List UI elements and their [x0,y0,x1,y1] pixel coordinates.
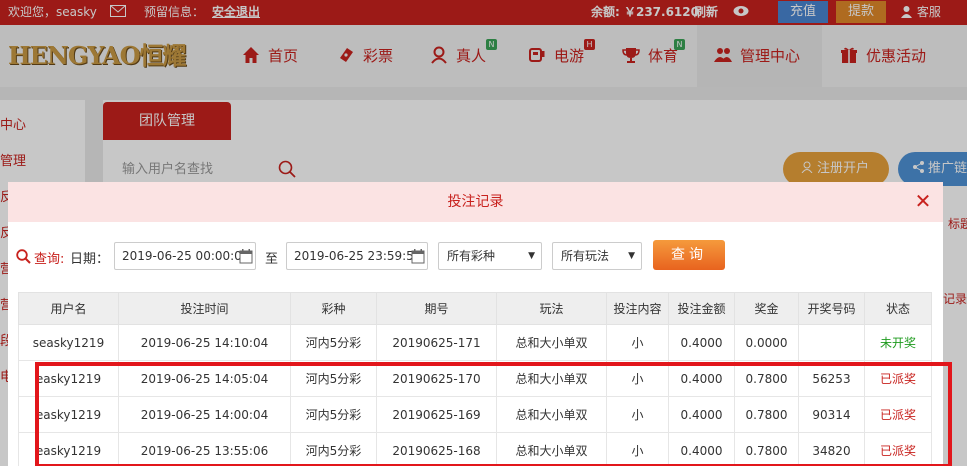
close-icon[interactable]: ✕ [913,191,933,211]
modal-header: 投注记录 ✕ [8,182,943,222]
col-prize: 奖金 [734,292,799,325]
to-label: 至 [265,252,279,267]
query-button[interactable]: 查询 [653,240,725,270]
col-bet-time: 投注时间 [118,292,291,325]
date-to-input[interactable]: 2019-06-25 23:59:59 [286,242,428,270]
col-bet-amount: 投注金额 [668,292,735,325]
highlight-annotation-box [35,362,952,466]
table-header-row: 用户名 投注时间 彩种 期号 玩法 投注内容 投注金额 奖金 开奖号码 状态 [18,292,932,325]
calendar-icon[interactable] [239,248,253,264]
play-type-select[interactable]: 所有玩法 ▼ [552,242,642,270]
calendar-icon[interactable] [411,248,425,264]
chevron-down-icon: ▼ [528,251,535,261]
table-row[interactable]: seasky1219 2019-06-25 14:10:04 河内5分彩 201… [18,324,932,361]
status-badge: 未开奖 [864,324,932,361]
col-status: 状态 [864,292,932,325]
col-bet-content: 投注内容 [606,292,669,325]
search-icon [16,249,31,264]
date-label: 日期： [70,252,110,267]
col-play: 玩法 [496,292,607,325]
col-username: 用户名 [18,292,119,325]
lottery-type-select[interactable]: 所有彩种 ▼ [438,242,542,270]
chevron-down-icon: ▼ [628,251,635,261]
date-from-input[interactable]: 2019-06-25 00:00:00 [114,242,256,270]
col-draw-number: 开奖号码 [798,292,865,325]
modal-title: 投注记录 [447,194,504,210]
query-bar: 查询: 日期： 2019-06-25 00:00:00 至 2019-06-25… [8,240,943,272]
query-label: 查询: [34,252,65,267]
col-lottery: 彩种 [290,292,377,325]
col-issue: 期号 [376,292,497,325]
